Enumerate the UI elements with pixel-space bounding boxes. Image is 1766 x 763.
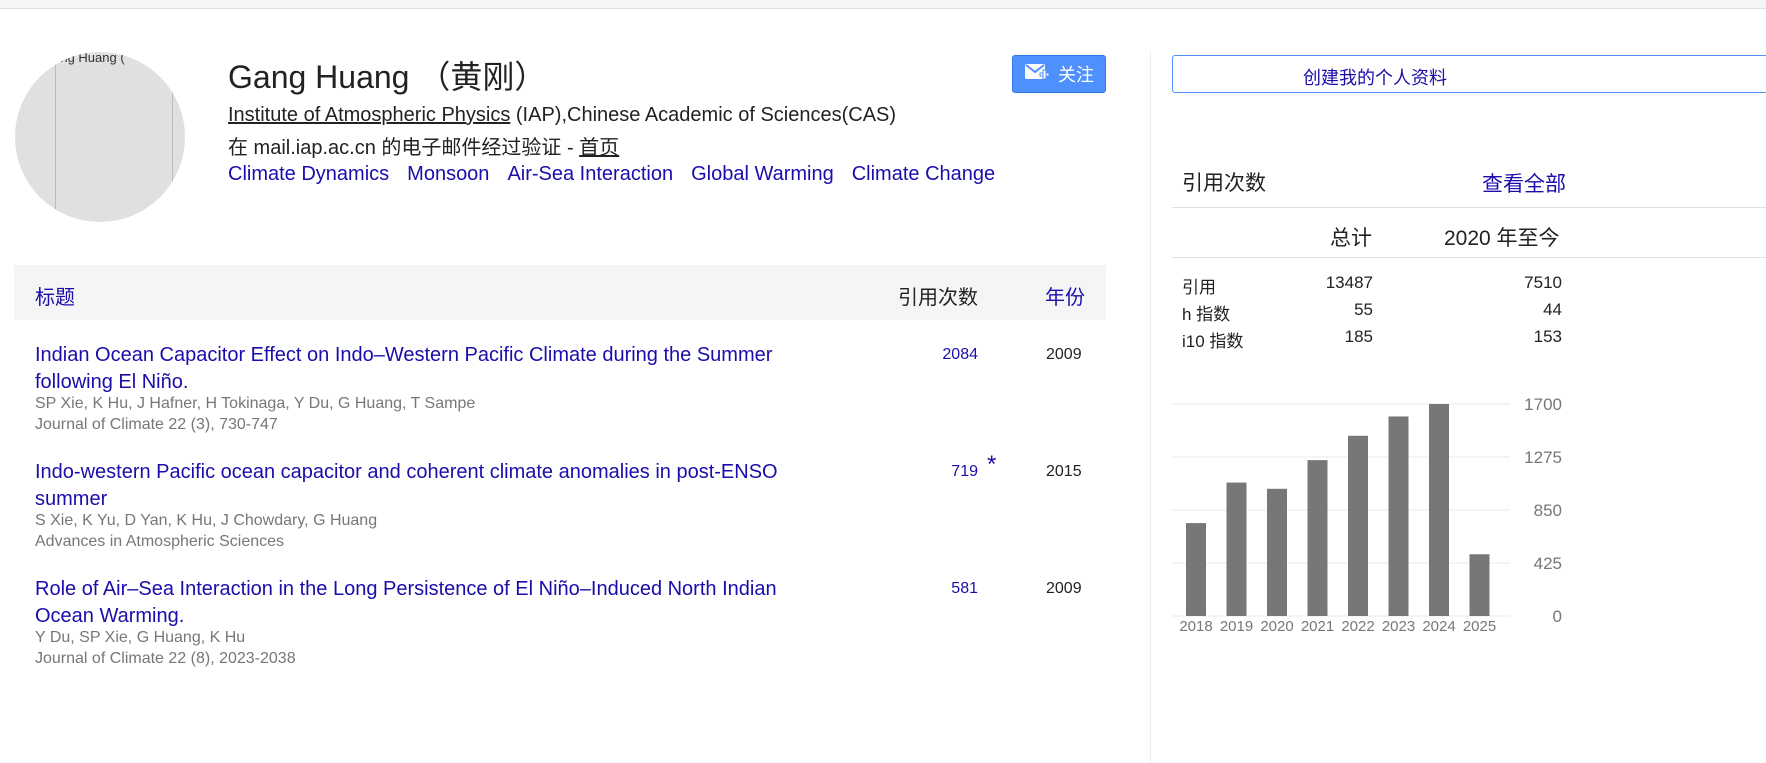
stat-since: 7510: [1524, 273, 1562, 292]
view-all-link[interactable]: 查看全部: [1482, 168, 1566, 198]
chart-bar-2024[interactable]: [1429, 404, 1449, 616]
stat-since: 44: [1543, 300, 1562, 319]
paper-title-link[interactable]: Role of Air–Sea Interaction in the Long …: [35, 576, 835, 630]
x-tick-label: 2020: [1260, 618, 1293, 635]
divider: [1172, 257, 1766, 258]
citations-bar-chart: 0 425 850 1275 1700 2018 2019 2020 2021 2022 2023 2…: [1172, 395, 1562, 635]
homepage-link[interactable]: 首页: [579, 137, 619, 159]
interest-link[interactable]: Climate Dynamics: [228, 163, 389, 185]
stat-label[interactable]: i10 指数: [1182, 327, 1243, 352]
merged-citation-star[interactable]: *: [987, 451, 996, 479]
affiliation-rest: (IAP),Chinese Academic of Sciences(CAS): [510, 104, 897, 126]
affiliation-link[interactable]: Institute of Atmospheric Physics: [228, 104, 510, 126]
x-tick-label: 2024: [1422, 618, 1455, 635]
stat-label[interactable]: 引用: [1182, 273, 1216, 298]
paper-year: 2015: [1046, 463, 1082, 480]
stat-all: 13487: [1325, 273, 1373, 292]
avatar-alt-text: Gang Huang (: [43, 52, 125, 65]
citations-per-year-chart: 0 425 850 1275 1700 2018 2019 2020 2021 2022 2023 2…: [1172, 392, 1766, 642]
column-title[interactable]: 标题: [35, 281, 75, 310]
follow-label: 关注: [1058, 65, 1094, 85]
x-tick-label: 2025: [1463, 618, 1496, 635]
stat-label[interactable]: h 指数: [1182, 300, 1230, 325]
email-text: 在 mail.iap.ac.cn 的电子邮件经过验证 -: [228, 137, 580, 159]
paper-venue: Journal of Climate 22 (8), 2023-2038: [35, 650, 296, 667]
create-profile-label: 创建我的个人资料: [1303, 68, 1447, 88]
x-tick-label: 2021: [1301, 618, 1334, 635]
interest-link[interactable]: Global Warming: [691, 163, 834, 185]
cited-by-link[interactable]: 719: [951, 463, 978, 481]
x-tick-label: 2022: [1341, 618, 1374, 635]
chart-bar-2021[interactable]: [1307, 460, 1328, 616]
profile-name: Gang Huang （黄刚）: [228, 59, 547, 95]
chart-bar-2018[interactable]: [1186, 523, 1206, 616]
stats-column-all: 总计: [1330, 227, 1372, 250]
paper-authors: Y Du, SP Xie, G Huang, K Hu: [35, 629, 246, 646]
cited-by-link[interactable]: 581: [951, 580, 978, 598]
divider: [1172, 207, 1766, 208]
paper-title-link[interactable]: Indian Ocean Capacitor Effect on Indo–We…: [35, 342, 835, 396]
paper-year: 2009: [1046, 346, 1082, 363]
chart-bar-2025[interactable]: [1469, 554, 1490, 616]
avatar: Gang Huang (: [15, 52, 185, 222]
x-tick-label: 2018: [1179, 618, 1212, 635]
paper-authors: SP Xie, K Hu, J Hafner, H Tokinaga, Y Du…: [35, 395, 476, 412]
column-divider: [1150, 50, 1151, 763]
chart-bar-2023[interactable]: [1388, 416, 1409, 616]
cited-by-heading: 引用次数: [1182, 172, 1266, 195]
column-year[interactable]: 年份: [1045, 281, 1085, 310]
mail-icon: [1024, 62, 1050, 87]
column-cited-by[interactable]: 引用次数: [898, 281, 978, 310]
table-header: 标题 引用次数 年份: [14, 265, 1106, 320]
paper-year: 2009: [1046, 580, 1082, 597]
y-tick-label: 425: [1534, 554, 1562, 573]
create-profile-button[interactable]: 创建我的个人资料: [1172, 55, 1766, 93]
chart-bar-2022[interactable]: [1348, 435, 1368, 616]
chart-bar-2020[interactable]: [1267, 488, 1287, 616]
broken-image-frame: [55, 52, 173, 222]
stat-all: 55: [1354, 300, 1373, 319]
interest-link[interactable]: Monsoon: [407, 163, 489, 185]
x-tick-label: 2023: [1382, 618, 1415, 635]
y-tick-label: 850: [1534, 501, 1562, 520]
paper-venue: Advances in Atmospheric Sciences: [35, 533, 285, 550]
paper-title-link[interactable]: Indo-western Pacific ocean capacitor and…: [35, 459, 835, 513]
follow-button[interactable]: 关注: [1012, 55, 1106, 93]
affiliation: Institute of Atmospheric Physics (IAP),C…: [228, 104, 896, 127]
y-tick-label: 1700: [1524, 395, 1562, 414]
top-bar: [0, 0, 1766, 9]
stat-all: 185: [1344, 327, 1373, 346]
stats-column-since: 2020 年至今: [1444, 227, 1560, 250]
stat-since: 153: [1533, 327, 1562, 346]
y-tick-label: 0: [1553, 607, 1562, 626]
chart-bar-2019[interactable]: [1226, 482, 1247, 616]
interest-link[interactable]: Air-Sea Interaction: [507, 163, 673, 185]
email-verification: 在 mail.iap.ac.cn 的电子邮件经过验证 - 首页: [228, 131, 619, 160]
cited-by-link[interactable]: 2084: [942, 346, 978, 364]
research-interests: Climate Dynamics Monsoon Air-Sea Interacti…: [228, 163, 1013, 186]
y-tick-label: 1275: [1524, 448, 1562, 467]
paper-authors: S Xie, K Yu, D Yan, K Hu, J Chowdary, G …: [35, 512, 378, 529]
interest-link[interactable]: Climate Change: [852, 163, 995, 185]
paper-venue: Journal of Climate 22 (3), 730-747: [35, 416, 278, 433]
x-tick-label: 2019: [1220, 618, 1253, 635]
